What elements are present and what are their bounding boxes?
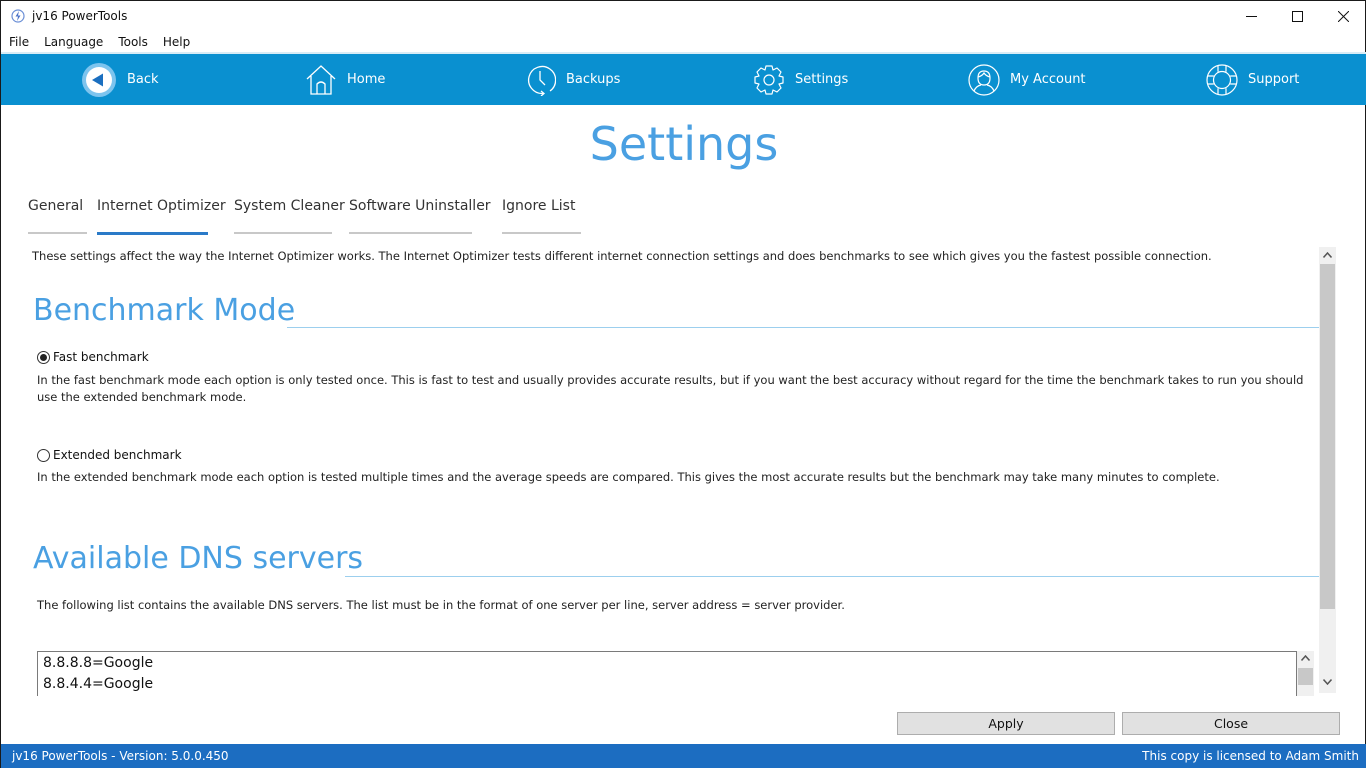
nav-backups-button[interactable]: Backups xyxy=(526,54,620,105)
tab-internet-optimizer[interactable]: Internet Optimizer xyxy=(97,194,226,235)
maximize-icon xyxy=(1291,10,1303,22)
radio-unchecked-icon[interactable] xyxy=(37,448,50,462)
menu-tools[interactable]: Tools xyxy=(110,32,155,52)
tab-underline xyxy=(349,232,472,234)
radio-checked-icon[interactable] xyxy=(37,350,50,364)
dns-description: The following list contains the availabl… xyxy=(37,598,845,612)
tab-underline xyxy=(234,232,332,234)
extended-benchmark-label: Extended benchmark xyxy=(53,448,182,462)
lifebuoy-icon xyxy=(1206,63,1238,96)
close-window-button[interactable] xyxy=(1320,1,1366,31)
apply-button[interactable]: Apply xyxy=(897,712,1115,735)
tab-system-cleaner[interactable]: System Cleaner xyxy=(234,194,345,234)
tab-underline xyxy=(28,232,87,234)
nav-account-button[interactable]: My Account xyxy=(968,54,1086,105)
title-bar: jv16 PowerTools xyxy=(1,1,1365,31)
tab-system-cleaner-label: System Cleaner xyxy=(234,198,345,214)
nav-back-label: Back xyxy=(127,72,159,87)
tab-active-underline xyxy=(97,232,208,235)
nav-settings-button[interactable]: Settings xyxy=(753,54,848,105)
fast-benchmark-description: In the fast benchmark mode each option i… xyxy=(37,373,1304,404)
user-icon xyxy=(968,63,1000,96)
intro-text: These settings affect the way the Intern… xyxy=(32,249,1212,263)
menu-file[interactable]: File xyxy=(1,32,36,52)
home-icon xyxy=(306,64,336,95)
tab-software-uninstaller-label: Software Uninstaller xyxy=(349,198,491,214)
status-bar: jv16 PowerTools - Version: 5.0.0.450 Thi… xyxy=(1,744,1366,768)
nav-bar: Back Home Backups Settings My Account Su… xyxy=(1,52,1366,105)
close-button[interactable]: Close xyxy=(1122,712,1340,735)
tab-ignore-list-label: Ignore List xyxy=(502,198,576,214)
dns-server-line: 8.8.4.4=Google xyxy=(43,676,154,692)
extended-benchmark-description: In the extended benchmark mode each opti… xyxy=(37,470,1220,484)
gear-icon xyxy=(754,64,784,95)
close-icon xyxy=(1337,10,1349,22)
license-text: This copy is licensed to Adam Smith xyxy=(1142,749,1359,763)
section-divider xyxy=(287,327,1319,328)
main-scrollbar[interactable] xyxy=(1319,247,1336,693)
fast-benchmark-label: Fast benchmark xyxy=(53,350,149,364)
benchmark-mode-heading: Benchmark Mode xyxy=(33,293,296,328)
scroll-down-icon[interactable] xyxy=(1323,679,1332,685)
version-text: jv16 PowerTools - Version: 5.0.0.450 xyxy=(12,749,229,763)
menu-help[interactable]: Help xyxy=(155,32,197,52)
minimize-icon xyxy=(1245,15,1257,17)
tab-underline xyxy=(502,232,581,234)
nav-account-label: My Account xyxy=(1010,72,1086,87)
main-scroll-thumb[interactable] xyxy=(1320,264,1335,609)
nav-back-button[interactable]: Back xyxy=(81,54,159,105)
tab-general-label: General xyxy=(28,198,84,214)
menu-language[interactable]: Language xyxy=(36,32,110,52)
clock-icon xyxy=(528,65,556,96)
dns-scroll-thumb[interactable] xyxy=(1298,668,1313,685)
tab-internet-optimizer-label: Internet Optimizer xyxy=(97,198,226,214)
nav-support-label: Support xyxy=(1248,72,1300,87)
dns-server-line: 8.8.8.8=Google xyxy=(43,655,154,671)
dns-textarea-scrollbar[interactable] xyxy=(1297,651,1314,696)
fast-benchmark-radio[interactable]: Fast benchmark xyxy=(37,350,149,364)
tab-general[interactable]: General xyxy=(28,194,87,234)
tab-ignore-list[interactable]: Ignore List xyxy=(502,194,581,234)
minimize-button[interactable] xyxy=(1228,1,1274,31)
scroll-up-icon[interactable] xyxy=(1323,252,1332,258)
nav-settings-label: Settings xyxy=(795,72,849,87)
nav-home-label: Home xyxy=(347,72,386,87)
extended-benchmark-radio[interactable]: Extended benchmark xyxy=(37,448,182,462)
nav-support-button[interactable]: Support xyxy=(1206,54,1299,105)
page-title: Settings xyxy=(589,117,779,171)
back-arrow-icon xyxy=(82,62,116,97)
maximize-button[interactable] xyxy=(1274,1,1320,31)
dns-servers-heading: Available DNS servers xyxy=(33,541,364,576)
settings-content: These settings affect the way the Intern… xyxy=(1,241,1319,696)
section-divider xyxy=(345,576,1319,577)
app-lightning-icon xyxy=(11,8,25,23)
app-window: jv16 PowerTools File Language Tools Help… xyxy=(0,0,1366,768)
menu-bar: File Language Tools Help xyxy=(1,32,197,52)
dns-servers-textarea[interactable]: 8.8.8.8=Google 8.8.4.4=Google xyxy=(37,651,1297,696)
window-title: jv16 PowerTools xyxy=(32,9,128,23)
tab-software-uninstaller[interactable]: Software Uninstaller xyxy=(349,194,491,234)
nav-home-button[interactable]: Home xyxy=(305,54,385,105)
nav-backups-label: Backups xyxy=(566,72,621,87)
scroll-up-icon[interactable] xyxy=(1301,655,1310,661)
